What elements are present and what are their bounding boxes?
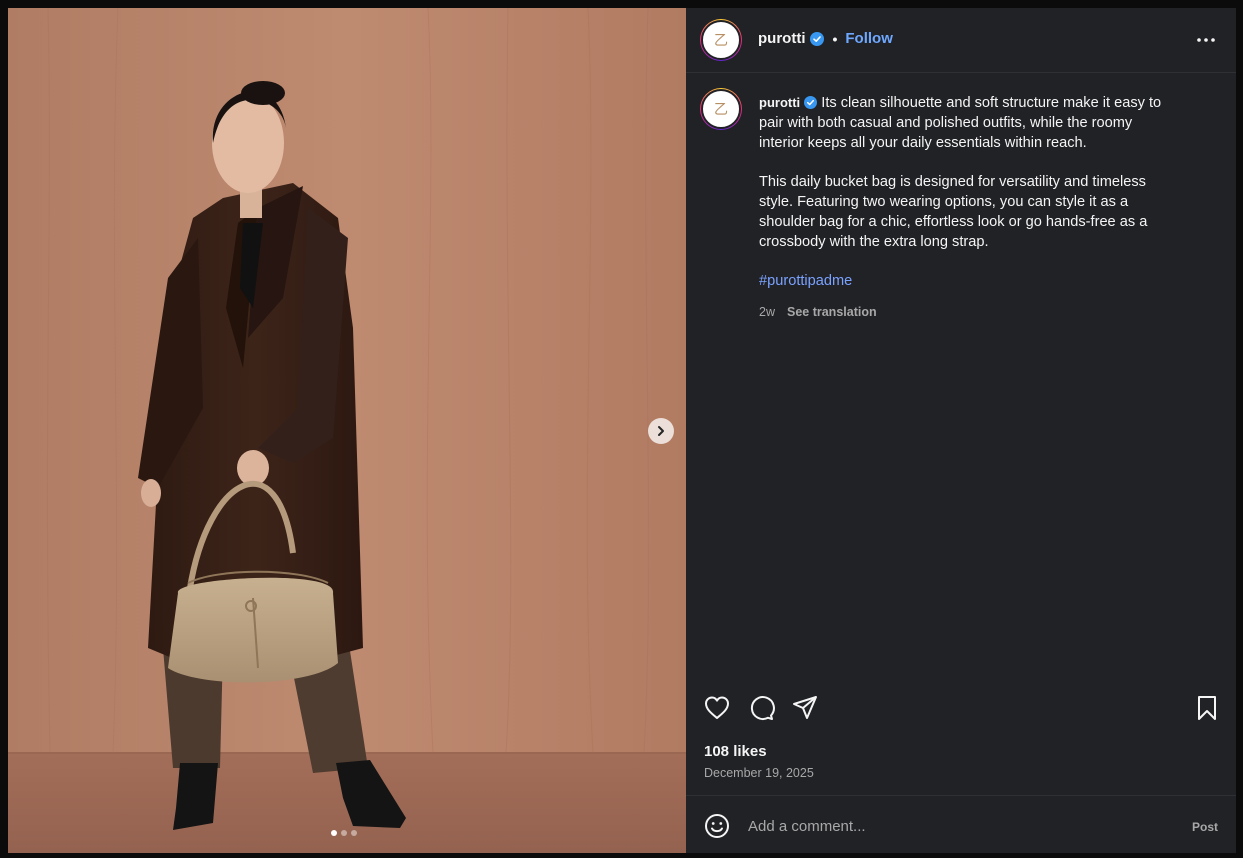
post-date: December 19, 2025 bbox=[704, 766, 814, 780]
post-details-panel: 乙 purotti • Follow 乙 purotti Its clean s… bbox=[686, 8, 1236, 853]
see-translation-button[interactable]: See translation bbox=[787, 302, 877, 322]
carousel-indicator bbox=[331, 830, 357, 836]
carousel-dot bbox=[351, 830, 357, 836]
comment-bar: Post bbox=[686, 795, 1236, 853]
follow-button[interactable]: Follow bbox=[845, 30, 893, 47]
more-options-icon bbox=[1197, 38, 1215, 42]
post-caption: purotti Its clean silhouette and soft st… bbox=[759, 93, 1179, 322]
comment-input[interactable] bbox=[746, 814, 1170, 838]
author-avatar[interactable]: 乙 bbox=[700, 19, 742, 61]
send-icon[interactable] bbox=[791, 694, 819, 722]
author-username[interactable]: purotti bbox=[758, 30, 805, 47]
next-slide-button[interactable] bbox=[648, 418, 674, 444]
post-photo bbox=[8, 8, 686, 853]
comment-bubble-icon[interactable] bbox=[747, 694, 775, 722]
brand-logo: 乙 bbox=[714, 102, 728, 118]
caption-text-1: Its clean silhouette and soft structure … bbox=[759, 95, 1162, 151]
bookmark-icon[interactable] bbox=[1193, 694, 1221, 722]
post-age: 2w bbox=[759, 305, 775, 319]
caption-text-2: This daily bucket bag is designed for ve… bbox=[759, 174, 1148, 250]
more-options-button[interactable] bbox=[1196, 30, 1216, 50]
caption-username[interactable]: purotti bbox=[759, 95, 800, 110]
header-separator: • bbox=[832, 30, 838, 47]
emoji-icon[interactable] bbox=[704, 813, 730, 839]
caption-meta: 2w See translation bbox=[759, 302, 1179, 322]
caption-author-avatar[interactable]: 乙 bbox=[700, 88, 742, 130]
post-comment-button[interactable]: Post bbox=[1192, 820, 1218, 834]
verified-badge-icon bbox=[810, 31, 825, 46]
brand-logo: 乙 bbox=[714, 33, 728, 49]
hashtag-link[interactable]: #purottipadme bbox=[759, 273, 852, 289]
post-media[interactable] bbox=[8, 8, 686, 853]
post-modal: 乙 purotti • Follow 乙 purotti Its clean s… bbox=[8, 8, 1236, 853]
chevron-right-icon bbox=[658, 426, 664, 436]
post-header: 乙 purotti • Follow bbox=[686, 8, 1236, 73]
carousel-dot-active bbox=[331, 830, 337, 836]
post-actions bbox=[686, 694, 1236, 734]
heart-icon[interactable] bbox=[703, 694, 731, 722]
carousel-dot bbox=[341, 830, 347, 836]
verified-badge-icon bbox=[804, 96, 818, 109]
likes-count[interactable]: 108 likes bbox=[704, 743, 767, 760]
